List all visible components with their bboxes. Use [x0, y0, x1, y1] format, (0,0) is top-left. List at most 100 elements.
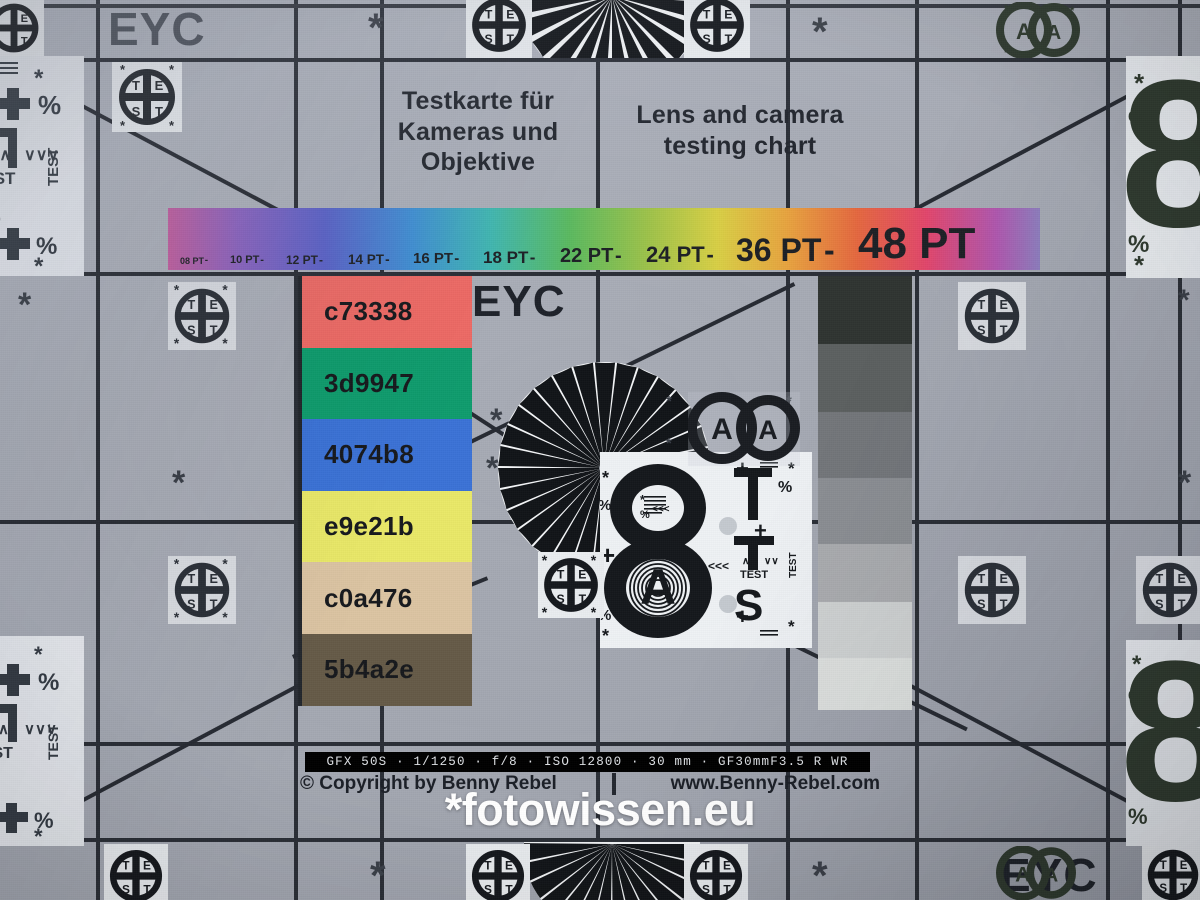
test-mark-icon: T E S T * * * * — [538, 552, 604, 618]
svg-text:T: T — [977, 298, 985, 312]
test-mark-icon: T E S T — [1142, 844, 1200, 900]
svg-text:S: S — [977, 323, 985, 337]
svg-text:A: A — [711, 413, 733, 446]
svg-text:*: * — [1134, 250, 1145, 278]
pt-scale-separator: - — [615, 245, 622, 267]
color-patch-hex-label: c73338 — [324, 296, 413, 327]
svg-text:T: T — [977, 572, 985, 586]
svg-text:T: T — [1160, 860, 1167, 872]
svg-text:A: A — [1016, 19, 1032, 44]
pt-size-label: 36 PT — [736, 232, 822, 268]
grayscale-step — [818, 412, 912, 478]
pt-scale-separator: - — [529, 248, 536, 267]
svg-text:E: E — [21, 13, 28, 25]
svg-text:T: T — [703, 7, 711, 21]
svg-text:TEST: TEST — [45, 724, 61, 760]
pt-size-label: 18 PT — [483, 248, 529, 267]
svg-text:S: S — [703, 32, 711, 46]
svg-text:%: % — [778, 479, 792, 496]
svg-text:E: E — [578, 567, 586, 581]
svg-text:E: E — [505, 859, 513, 873]
test-mark-icon: T E S T — [466, 0, 532, 58]
svg-text:E: E — [724, 7, 732, 21]
pt-size-label: 08 PT — [180, 256, 205, 266]
svg-text:*: * — [1070, 5, 1075, 17]
svg-text:*: * — [174, 336, 180, 350]
svg-text:E: E — [506, 7, 514, 21]
svg-text:*: * — [222, 336, 228, 350]
test-mark-icon: T E S T — [104, 844, 168, 900]
svg-text:E: E — [1180, 860, 1188, 872]
pt-scale-separator: - — [204, 255, 209, 266]
a8-circle-icon: A A — [687, 392, 800, 466]
svg-text:*: * — [34, 65, 44, 92]
svg-text:T: T — [187, 572, 195, 586]
grayscale-step — [818, 602, 912, 658]
svg-text:*: * — [1004, 47, 1009, 58]
test-mark-icon: T E S T — [466, 844, 530, 900]
svg-text:S: S — [557, 592, 565, 606]
svg-text:TEST: TEST — [0, 745, 13, 762]
svg-text:T: T — [507, 32, 515, 46]
svg-text:S: S — [0, 174, 3, 246]
svg-text:*: * — [1134, 68, 1145, 98]
pt-size-label: 12 PT — [286, 253, 319, 267]
fotowissen-watermark: *fotowissen.eu — [444, 784, 756, 835]
color-patch-hex-label: 3d9947 — [324, 367, 414, 398]
svg-text:T: T — [723, 882, 731, 896]
svg-text:*: * — [591, 552, 597, 568]
svg-text:A: A — [640, 559, 676, 615]
color-patch-hex-label: 4074b8 — [324, 439, 414, 470]
svg-text:*: * — [1042, 3, 1047, 15]
svg-text:S: S — [485, 32, 493, 46]
siemens-star-top — [524, 0, 700, 58]
svg-text:E: E — [723, 859, 731, 873]
pt-size-label: 16 PT — [413, 250, 454, 267]
grayscale-step — [818, 344, 912, 412]
svg-text:+: + — [1130, 153, 1153, 197]
grayscale-step-wedge — [818, 276, 912, 710]
svg-text:E: E — [209, 298, 217, 312]
test-mark-icon: T E S T * * * * — [112, 62, 182, 132]
svg-text:*: * — [542, 552, 548, 568]
color-patch-hex-label: c0a476 — [324, 582, 413, 613]
svg-text:*: * — [34, 642, 43, 667]
test-mark-icon: T E S T — [958, 282, 1026, 350]
svg-text:T: T — [484, 859, 492, 873]
color-patch-hex-label: 5b4a2e — [324, 654, 414, 685]
color-patch: c73338 — [302, 276, 472, 348]
svg-text:E: E — [143, 859, 151, 873]
header-english-line2: testing chart — [663, 131, 817, 160]
svg-text:*: * — [222, 557, 228, 572]
pt-size-label: 14 PT — [348, 251, 385, 267]
svg-text:TEST: TEST — [788, 552, 799, 578]
pt-scale-separator: - — [385, 251, 390, 267]
svg-text:S: S — [702, 882, 710, 896]
svg-text:T: T — [1180, 883, 1187, 895]
svg-text:A: A — [1015, 864, 1030, 887]
svg-text:T: T — [143, 882, 151, 896]
svg-text:%: % — [640, 509, 650, 521]
svg-text:%: % — [38, 90, 61, 120]
svg-text:*: * — [1042, 47, 1047, 58]
svg-text:*: * — [34, 253, 44, 276]
svg-text:∧∧∧: ∧∧∧ — [0, 721, 9, 738]
pt-scale-separator: - — [454, 250, 460, 267]
test-mark-icon: T E S T — [684, 844, 748, 900]
svg-text:%: % — [600, 497, 611, 514]
svg-text:T: T — [187, 298, 195, 312]
svg-text:*: * — [542, 604, 548, 618]
svg-text:TEST: TEST — [740, 569, 768, 581]
svg-text:S: S — [187, 597, 195, 611]
svg-text:T: T — [155, 104, 163, 119]
svg-text:∧∧∧: ∧∧∧ — [0, 147, 11, 164]
edge-resolution-block-right-top: 8 * % + % * — [1120, 36, 1200, 280]
svg-text:∧∧: ∧∧ — [742, 556, 757, 567]
test-mark-icon: T E S T — [958, 556, 1026, 624]
test-mark-icon: T E S T — [1136, 556, 1200, 624]
svg-text:T: T — [1000, 597, 1008, 611]
svg-text:*: * — [222, 283, 228, 298]
header-english: Lens and camera testing chart — [600, 100, 880, 161]
grayscale-step — [818, 544, 912, 602]
svg-text:+: + — [754, 518, 767, 543]
